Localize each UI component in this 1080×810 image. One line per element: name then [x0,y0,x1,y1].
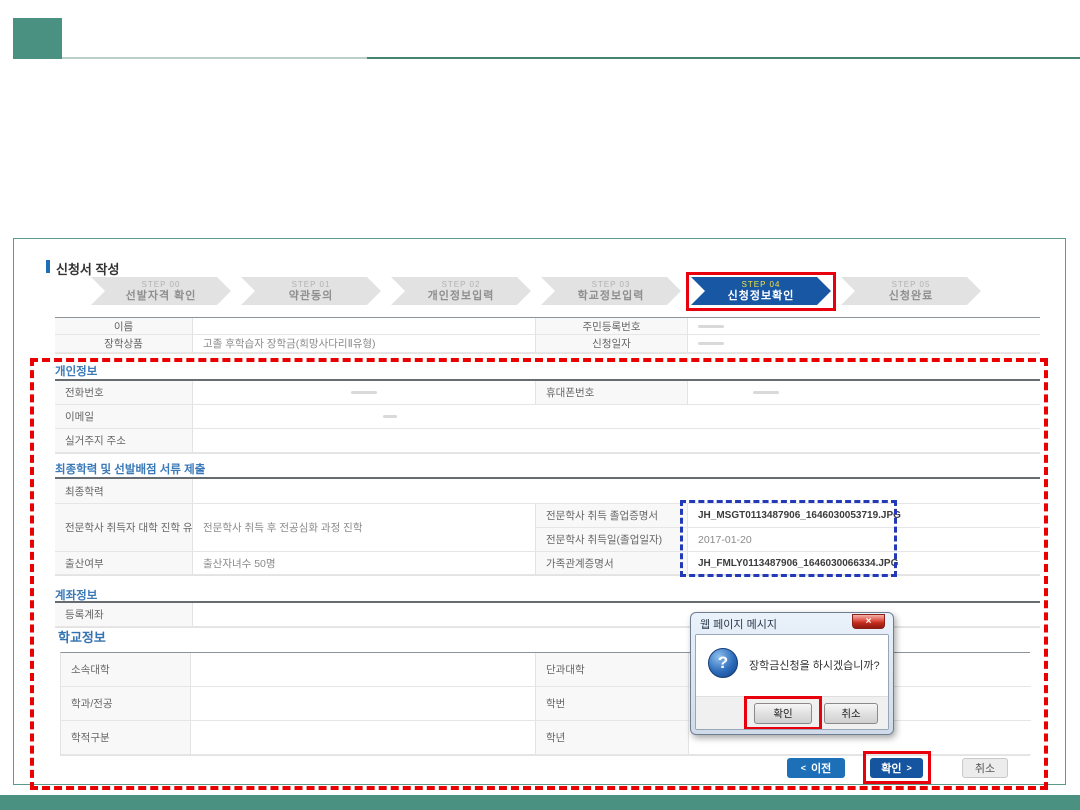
previous-button-label: 이전 [811,760,831,776]
graduation-date-value: 2017-01-20 [688,528,1040,552]
enrollment-status-label: 학적구분 [61,721,191,755]
apply-date-label: 신청일자 [536,335,688,353]
graduation-date-label: 전문학사 취득일(졸업일자) [536,528,688,552]
university-label: 소속대학 [61,653,191,687]
chevron-left-icon: < [801,763,806,773]
step-number: STEP 03 [592,280,631,290]
phone-value [193,381,536,405]
masked-value [698,342,724,345]
step-label: 학교정보입력 [578,290,645,303]
mobile-label: 휴대폰번호 [536,381,688,405]
step-03-school-info[interactable]: STEP 03 학교정보입력 [541,277,681,305]
family-cert-file[interactable]: JH_FMLY0113487906_1646030066334.JPG [688,552,1040,575]
grade-label: 학년 [536,721,689,755]
university-value [191,653,536,687]
childbirth-label: 출산여부 [55,552,193,575]
dialog-cancel-button[interactable]: 취소 [824,703,878,724]
step-00-eligibility[interactable]: STEP 00 선발자격 확인 [91,277,231,305]
web-page-message-dialog: 웹 페이지 메시지 × ? 장학금신청을 하시겠습니까? 확인 취소 [690,612,894,735]
step-number: STEP 02 [442,280,481,290]
header-logo-block [13,18,62,59]
school-info-heading: 학교정보 [58,627,106,646]
step-label: 선발자격 확인 [126,290,197,303]
family-cert-label: 가족관계증명서 [536,552,688,575]
dialog-body: ? 장학금신청을 하시겠습니까? 확인 취소 [695,634,889,730]
step-number: STEP 05 [892,280,931,290]
masked-value [351,391,377,394]
department-label: 학과/전공 [61,687,191,721]
masked-value [383,415,397,418]
personal-info-heading: 개인정보 [55,363,97,379]
dialog-title: 웹 페이지 메시지 [700,616,777,632]
transfer-type-label: 전문학사 취득자 대학 진학 유형 [55,504,193,552]
college-label: 단과대학 [536,653,689,687]
dialog-ok-button[interactable]: 확인 [754,703,812,724]
student-id-label: 학번 [536,687,689,721]
address-label: 실거주지 주소 [55,429,193,453]
step-05-complete[interactable]: STEP 05 신청완료 [841,277,981,305]
confirm-button-label: 확인 [881,760,901,776]
rrn-label: 주민등록번호 [536,318,688,335]
name-label: 이름 [55,318,193,335]
step-label: 약관동의 [289,290,333,303]
scholarship-application-page: 신청서 작성 STEP 00 선발자격 확인 STEP 01 약관동의 STEP… [0,0,1080,810]
header-divider-accent [367,57,1080,59]
transfer-type-value: 전문학사 취득 후 전공심화 과정 진학 [193,504,536,552]
page-title: 신청서 작성 [46,259,119,278]
step-progress-bar: STEP 00 선발자격 확인 STEP 01 약관동의 STEP 02 개인정… [91,277,981,305]
name-value [193,318,536,335]
masked-value [698,325,724,328]
product-label: 장학상품 [55,335,193,353]
applicant-summary-table: 이름 주민등록번호 장학상품 고졸 후학습자 장학금(희망사다리Ⅱ유형) 신청일… [55,317,1040,354]
department-value [191,687,536,721]
mobile-value [688,381,1040,405]
dialog-titlebar[interactable]: 웹 페이지 메시지 × [691,613,893,634]
cancel-button[interactable]: 취소 [962,758,1008,778]
close-icon[interactable]: × [852,614,885,629]
step-02-personal-info[interactable]: STEP 02 개인정보입력 [391,277,531,305]
phone-label: 전화번호 [55,381,193,405]
step-number: STEP 01 [292,280,331,290]
chevron-right-icon: > [906,763,911,773]
product-value: 고졸 후학습자 장학금(희망사다리Ⅱ유형) [193,335,536,353]
email-label: 이메일 [55,405,193,429]
email-value [193,405,1040,429]
dialog-message: 장학금신청을 하시겠습니까? [749,657,880,673]
step-01-terms[interactable]: STEP 01 약관동의 [241,277,381,305]
education-docs-heading: 최종학력 및 선발배점 서류 제출 [55,461,205,477]
final-education-label: 최종학력 [55,479,193,504]
apply-date-value [688,335,1040,353]
cancel-button-label: 취소 [975,760,995,776]
step-label: 신청완료 [889,290,933,303]
address-value [193,429,1040,453]
active-step-highlight-annotation [686,272,836,311]
graduation-cert-file[interactable]: JH_MSGT0113487906_1646030053719.JPG [688,504,1040,528]
masked-value [753,391,779,394]
confirm-button[interactable]: 확인 > [870,758,923,778]
question-icon: ? [708,648,738,678]
enrollment-status-value [191,721,536,755]
registered-account-label: 등록계좌 [55,603,193,627]
education-docs-table: 최종학력 전문학사 취득자 대학 진학 유형 전문학사 취득 후 전공심화 과정… [55,477,1040,576]
personal-info-table: 전화번호 휴대폰번호 이메일 실거주지 주소 [55,379,1040,454]
rrn-value [688,318,1040,335]
step-number: STEP 00 [142,280,181,290]
graduation-cert-label: 전문학사 취득 졸업증명서 [536,504,688,528]
childbirth-value: 출산자녀수 50명 [193,552,536,575]
previous-button[interactable]: < 이전 [787,758,845,778]
dialog-content: ? 장학금신청을 하시겠습니까? [696,635,888,696]
registered-account-value [193,603,1040,627]
page-footer-bar [0,795,1080,810]
dialog-footer: 확인 취소 [696,696,888,729]
step-label: 개인정보입력 [428,290,495,303]
final-education-value [193,479,1040,504]
